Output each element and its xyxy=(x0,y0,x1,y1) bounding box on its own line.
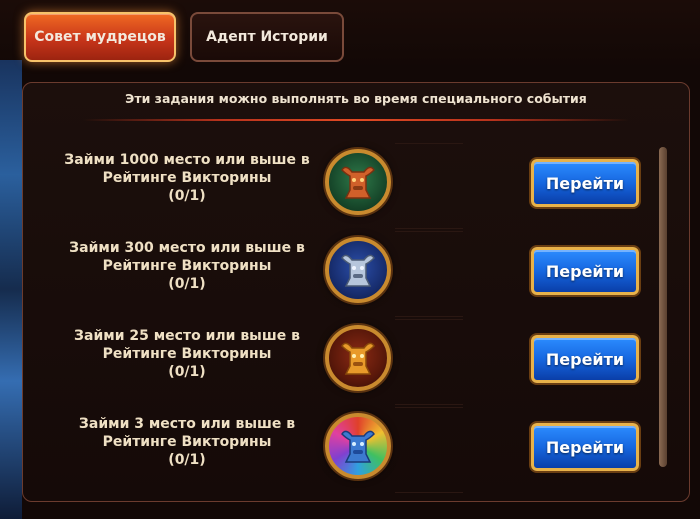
tab-council-of-sages[interactable]: Совет мудрецов xyxy=(24,12,176,62)
task-line-2: Рейтинге Викторины xyxy=(102,434,272,450)
bronze-bull-medal-icon xyxy=(325,149,391,215)
task-progress: (0/1) xyxy=(168,188,206,204)
header-divider xyxy=(83,119,629,121)
panel-header: Эти задания можно выполнять во время спе… xyxy=(125,91,587,106)
gold-bull-medal-icon xyxy=(325,325,391,391)
go-button[interactable]: Перейти xyxy=(531,159,639,207)
task-line-1: Займи 1000 место или выше в xyxy=(64,152,310,168)
task-line-2: Рейтинге Викторины xyxy=(102,170,272,186)
task-description: Займи 25 место или выше в Рейтинге Викто… xyxy=(23,327,351,381)
tasks-panel: Эти задания можно выполнять во время спе… xyxy=(22,82,690,502)
task-line-2: Рейтинге Викторины xyxy=(102,258,272,274)
reward-slot xyxy=(395,143,463,229)
task-description: Займи 3 место или выше в Рейтинге Виктор… xyxy=(23,415,351,469)
bull-trophy-icon xyxy=(341,430,375,463)
bull-trophy-icon xyxy=(341,166,375,199)
silver-bull-medal-icon xyxy=(325,237,391,303)
task-progress: (0/1) xyxy=(168,364,206,380)
reward-slot xyxy=(395,319,463,405)
task-row: Займи 300 место или выше в Рейтинге Викт… xyxy=(23,231,663,317)
go-button[interactable]: Перейти xyxy=(531,335,639,383)
reward-slot xyxy=(395,407,463,493)
task-description: Займи 300 место или выше в Рейтинге Викт… xyxy=(23,239,351,293)
tab-history-adept[interactable]: Адепт Истории xyxy=(190,12,344,62)
reward-slot xyxy=(395,231,463,317)
task-line-1: Займи 3 место или выше в xyxy=(78,416,296,432)
task-line-1: Займи 300 место или выше в xyxy=(69,240,305,256)
bull-trophy-icon xyxy=(341,342,375,375)
rainbow-bull-medal-icon xyxy=(325,413,391,479)
scrollbar-thumb[interactable] xyxy=(659,147,667,467)
task-line-1: Займи 25 место или выше в xyxy=(74,328,300,344)
task-progress: (0/1) xyxy=(168,276,206,292)
task-description: Займи 1000 место или выше в Рейтинге Вик… xyxy=(23,151,351,205)
side-background-art xyxy=(0,60,22,519)
task-row: Займи 25 место или выше в Рейтинге Викто… xyxy=(23,319,663,405)
bull-trophy-icon xyxy=(341,254,375,287)
task-row: Займи 1000 место или выше в Рейтинге Вик… xyxy=(23,143,663,229)
tab-label: Адепт Истории xyxy=(206,29,328,45)
task-line-2: Рейтинге Викторины xyxy=(102,346,272,362)
go-button[interactable]: Перейти xyxy=(531,423,639,471)
scrollbar-track[interactable] xyxy=(659,147,667,467)
go-button[interactable]: Перейти xyxy=(531,247,639,295)
task-progress: (0/1) xyxy=(168,452,206,468)
task-row: Займи 3 место или выше в Рейтинге Виктор… xyxy=(23,407,663,493)
tab-label: Совет мудрецов xyxy=(34,29,166,45)
